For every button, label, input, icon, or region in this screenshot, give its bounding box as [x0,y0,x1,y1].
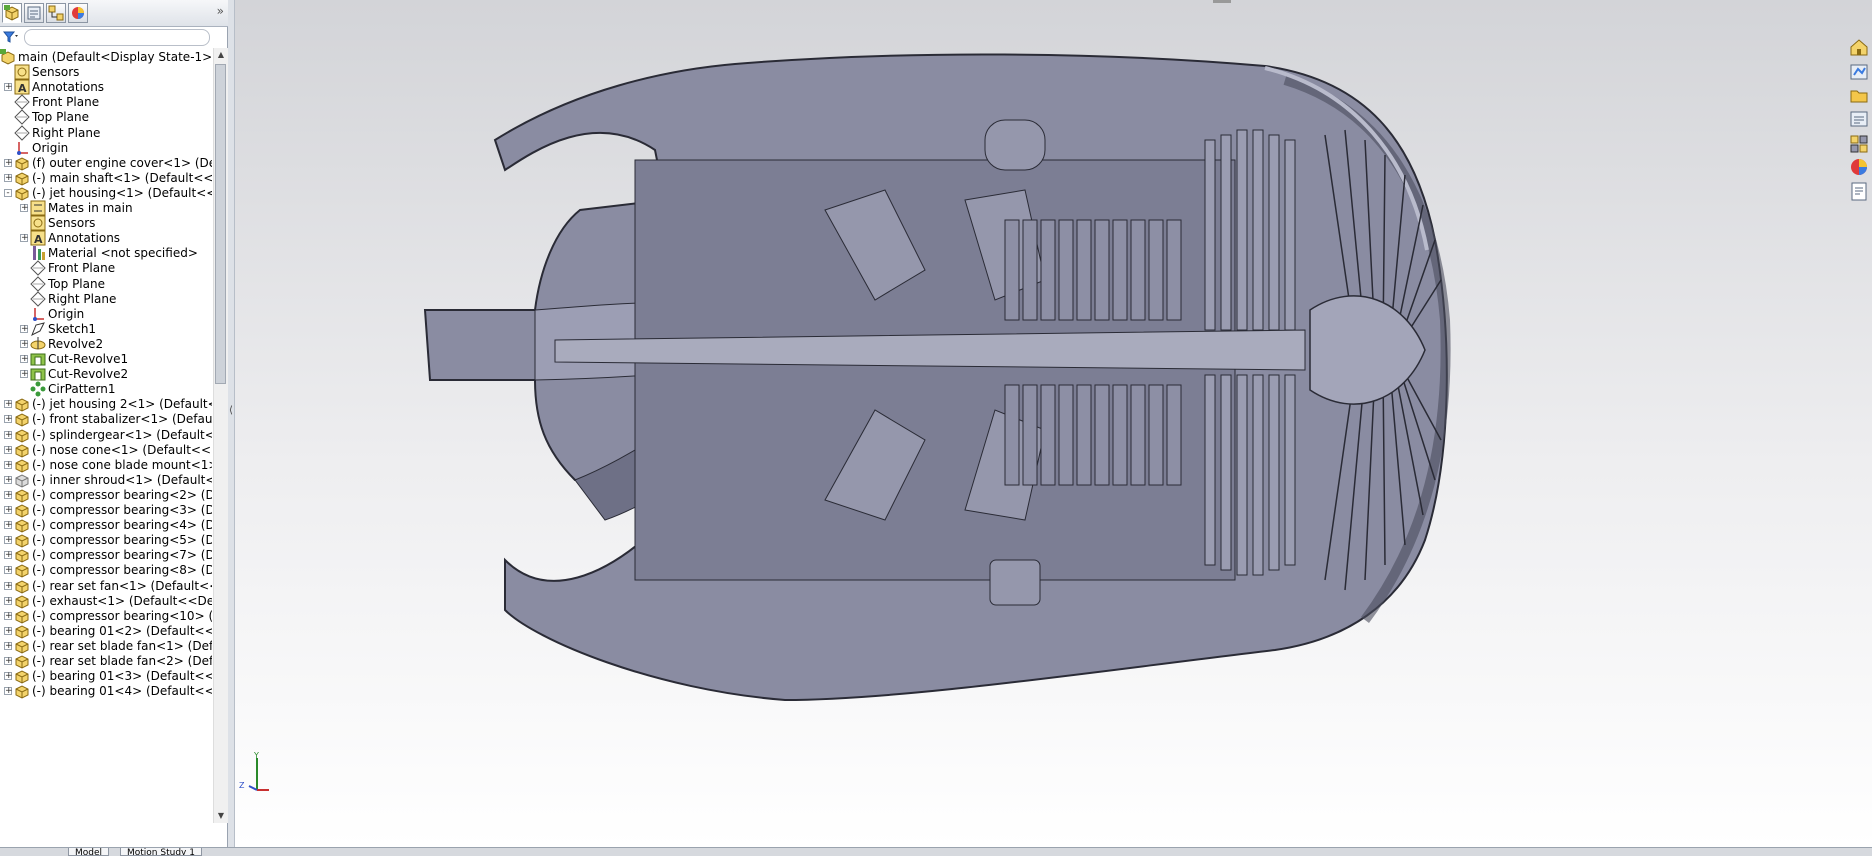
tree-item[interactable]: + (-) bearing 01<4> (Default<<Def [0,682,212,700]
tree-expander[interactable]: + [20,204,29,213]
tree-expander[interactable]: - [4,188,12,197]
tree-expander[interactable]: + [4,581,13,590]
tree-expander[interactable]: + [20,324,29,333]
tree-expander[interactable]: + [4,490,13,499]
scroll-down-arrow[interactable]: ▼ [214,809,228,823]
home-tab[interactable] [1848,36,1870,58]
configurationmanager-icon [48,5,64,21]
tree-expander[interactable]: + [4,83,13,92]
tree-expander[interactable]: + [20,355,29,364]
tree-expander[interactable]: + [4,566,13,575]
resources-tab[interactable] [1848,60,1870,82]
viewport-top-handle[interactable] [1213,0,1231,3]
tree-scrollbar[interactable]: ▲ ▼ [213,48,228,823]
tree-expander[interactable]: + [4,551,13,560]
scroll-thumb[interactable] [215,64,226,384]
tree-expander[interactable]: + [4,400,13,409]
orientation-triad: Y Z [239,751,269,791]
resources-icon [1850,64,1868,80]
jet-engine-section-model[interactable] [405,40,1525,720]
library-tab[interactable] [1848,84,1870,106]
tree-expander[interactable]: + [4,415,13,424]
home-icon [1850,39,1868,56]
graphics-viewport[interactable]: Y Z [235,0,1872,847]
featuremanager-icon [4,5,19,21]
tree-expander[interactable]: + [20,370,29,379]
displaymanager-icon [72,7,84,19]
view-palette-icon [1850,135,1868,153]
tree-expander[interactable]: + [4,641,13,650]
triad-z-label: Z [239,781,245,790]
tree-expander[interactable]: + [4,521,13,530]
tree-expander[interactable]: + [20,339,29,348]
tree-item-label: (-) bearing 01<4> (Default<<Def [32,684,212,699]
tree-expander[interactable]: + [4,672,13,681]
propertymanager-tab[interactable] [24,3,44,23]
view-palette-tab[interactable] [1848,132,1870,154]
featuremanager-tab[interactable] [2,3,22,23]
tree-expander[interactable]: + [4,430,13,439]
tree-expander[interactable]: + [4,445,13,454]
tree-expander[interactable]: + [4,657,13,666]
tree-expander[interactable]: + [4,611,13,620]
featuremanager-panel: » main (Default<Display State-1>) Sensors… [0,0,228,855]
tree-expander[interactable]: + [4,506,13,515]
displaymanager-tab[interactable] [68,3,88,23]
tree-expander[interactable]: + [4,626,13,635]
tree-expander[interactable]: + [4,596,13,605]
tree-expander[interactable]: + [4,173,13,182]
explorer-tab[interactable] [1848,108,1870,130]
scroll-up-arrow[interactable]: ▲ [214,48,228,62]
appearances-icon [1851,159,1867,175]
tree-expander[interactable]: + [4,475,13,484]
filter-funnel-icon[interactable] [3,30,19,44]
custom-properties-tab[interactable] [1848,180,1870,202]
tree-expander[interactable]: + [20,234,29,243]
feature-tree: main (Default<Display State-1>) Sensors + A… [0,48,212,823]
explorer-icon [1850,111,1868,127]
tree-expander[interactable]: + [4,158,13,167]
panel-splitter[interactable]: ⟨ [228,0,235,847]
triad-y-label: Y [253,751,259,760]
panel-tab-strip: » [0,0,228,27]
appearances-tab[interactable] [1848,156,1870,178]
filter-row [0,27,228,47]
task-pane-tabs [1848,36,1870,236]
custom-properties-icon [1851,182,1867,201]
splitter-collapse-handle[interactable]: ⟨ [228,400,234,422]
tree-expander[interactable]: + [4,536,13,545]
tree-filter-input[interactable] [24,29,210,46]
propertymanager-icon [27,6,41,20]
part-icon [15,685,29,699]
collapse-panel-button[interactable]: » [217,4,224,18]
library-icon [1850,90,1868,103]
tree-expander[interactable]: + [4,460,13,469]
configurationmanager-tab[interactable] [46,3,66,23]
tree-expander[interactable]: + [4,687,13,696]
